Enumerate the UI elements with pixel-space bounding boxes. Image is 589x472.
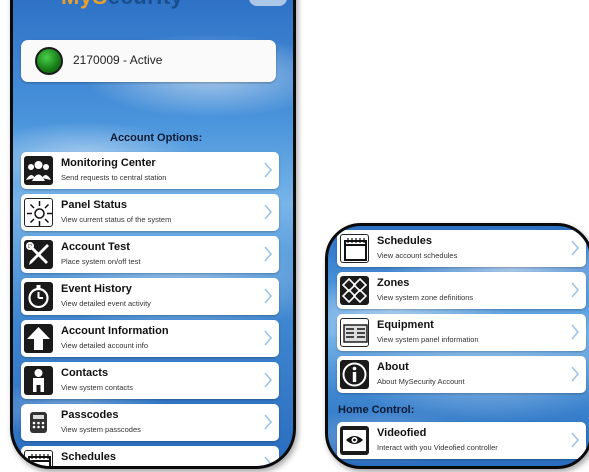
- menu-item-subtitle: View detailed account info: [61, 341, 149, 350]
- menu-item-subtitle: View system panel information: [377, 335, 479, 344]
- menu-item-event-history[interactable]: Event History View detailed event activi…: [21, 278, 279, 315]
- equipment-icon: [340, 318, 369, 347]
- menu-item-subtitle: View account schedules: [377, 251, 458, 260]
- menu-item-title: Schedules: [377, 235, 433, 247]
- menu-item-videofied[interactable]: Videofied Interact with you Videofied co…: [337, 422, 586, 459]
- person-icon: [24, 366, 53, 395]
- menu-item-equipment[interactable]: Equipment View system panel information: [337, 314, 586, 351]
- chevron-right-icon: [263, 414, 273, 430]
- menu-item-title: Event History: [61, 283, 132, 295]
- menu-item-title: Schedules: [61, 451, 117, 463]
- info-icon: [340, 360, 369, 389]
- menu-item-title: Account Test: [61, 241, 130, 253]
- menu-item-about[interactable]: About About MySecurity Account: [337, 356, 586, 393]
- section-title-home-control: Home Control:: [338, 404, 415, 416]
- section-title-account-options: Account Options:: [110, 132, 203, 144]
- calendar-icon: [340, 234, 369, 263]
- chevron-right-icon: [263, 246, 273, 262]
- menu-item-title: Panel Status: [61, 199, 128, 211]
- tools-icon: [24, 240, 53, 269]
- account-status-text: 2170009 - Active: [73, 53, 163, 67]
- status-indicator-icon: [35, 47, 63, 75]
- menu-item-contacts[interactable]: Contacts View system contacts: [21, 362, 279, 399]
- menu-item-title: Videofied: [377, 427, 427, 439]
- chevron-right-icon: [570, 282, 580, 298]
- menu-item-account-information[interactable]: Account Information View detailed accoun…: [21, 320, 279, 357]
- menu-item-subtitle: About MySecurity Account: [377, 377, 465, 386]
- menu-item-title: Account Information: [61, 325, 169, 337]
- chevron-right-icon: [263, 204, 273, 220]
- people-icon: [24, 156, 53, 185]
- menu-item-subtitle: View system passcodes: [61, 425, 141, 434]
- menu-item-subtitle: Send requests to central station: [61, 173, 167, 182]
- menu-item-title: Passcodes: [61, 409, 119, 421]
- menu-item-schedules[interactable]: Schedules: [21, 446, 279, 466]
- menu-item-title: About: [377, 361, 409, 373]
- menu-item-title: Monitoring Center: [61, 157, 156, 169]
- header-button[interactable]: [249, 0, 287, 6]
- chevron-right-icon: [263, 372, 273, 388]
- menu-item-subtitle: View detailed event activity: [61, 299, 151, 308]
- phone-screen-left: MySecurity 2170009 - Active Account Opti…: [10, 0, 296, 469]
- app-logo: MySecurity: [61, 0, 261, 15]
- menu-item-title: Contacts: [61, 367, 109, 379]
- arrow-up-icon: [24, 324, 53, 353]
- chevron-right-icon: [263, 330, 273, 346]
- menu-item-schedules[interactable]: Schedules View account schedules: [337, 230, 586, 267]
- menu-item-subtitle: Interact with you Videofied controller: [377, 443, 498, 452]
- zones-icon: [340, 276, 369, 305]
- calendar-icon: [24, 450, 53, 466]
- chevron-right-icon: [263, 288, 273, 304]
- keypad-icon: [24, 408, 53, 437]
- menu-item-subtitle: Place system on/off test: [61, 257, 141, 266]
- menu-item-monitoring-center[interactable]: Monitoring Center Send requests to centr…: [21, 152, 279, 189]
- chevron-right-icon: [570, 324, 580, 340]
- camera-icon: [340, 426, 369, 455]
- sun-icon: [24, 198, 53, 227]
- menu-item-title: Equipment: [377, 319, 434, 331]
- menu-item-account-test[interactable]: Account Test Place system on/off test: [21, 236, 279, 273]
- chevron-right-icon: [263, 162, 273, 178]
- chevron-right-icon: [570, 366, 580, 382]
- menu-item-passcodes[interactable]: Passcodes View system passcodes: [21, 404, 279, 441]
- phone-screen-right: Schedules View account schedules Zones V…: [325, 223, 589, 469]
- chevron-right-icon: [570, 432, 580, 448]
- menu-item-panel-status[interactable]: Panel Status View current status of the …: [21, 194, 279, 231]
- menu-item-title: Zones: [377, 277, 410, 289]
- stopwatch-icon: [24, 282, 53, 311]
- chevron-right-icon: [263, 456, 273, 466]
- menu-item-subtitle: View current status of the system: [61, 215, 172, 224]
- menu-item-subtitle: View system contacts: [61, 383, 133, 392]
- menu-item-zones[interactable]: Zones View system zone definitions: [337, 272, 586, 309]
- menu-item-subtitle: View system zone definitions: [377, 293, 474, 302]
- chevron-right-icon: [570, 240, 580, 256]
- account-status-card[interactable]: 2170009 - Active: [21, 40, 276, 82]
